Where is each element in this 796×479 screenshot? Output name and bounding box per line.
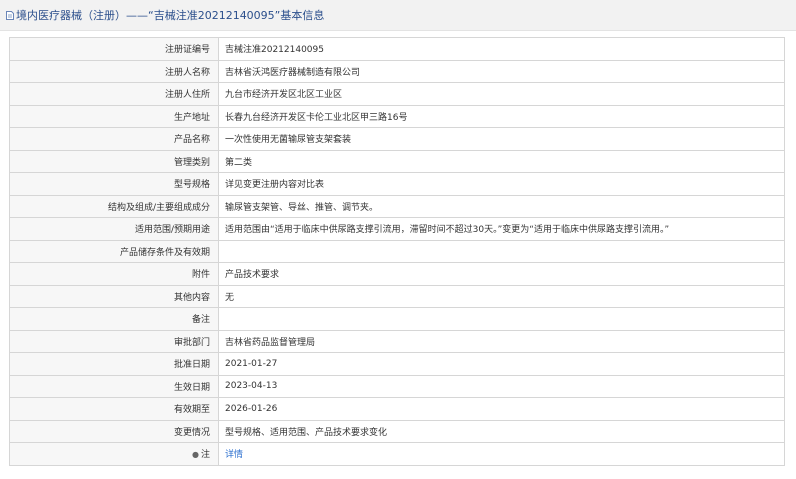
row-label: 结构及组成/主要组成成分 bbox=[9, 194, 219, 218]
page-title: 境内医疗器械（注册）——“吉械注准20212140095”基本信息 bbox=[16, 9, 325, 22]
row-value: 无 bbox=[218, 284, 785, 308]
row-label: 注册人住所 bbox=[9, 82, 219, 106]
table-row: 产品储存条件及有效期 bbox=[9, 239, 785, 263]
row-label: 有效期至 bbox=[9, 397, 219, 421]
note-row: ● 注详情 bbox=[9, 442, 785, 466]
table-row: 注册人名称 吉林省沃鸿医疗器械制造有限公司 bbox=[9, 59, 785, 83]
row-label: 型号规格 bbox=[9, 172, 219, 196]
row-value: 一次性使用无菌输尿管支架套装 bbox=[218, 127, 785, 151]
row-label: 附件 bbox=[9, 262, 219, 286]
table-row: 其他内容无 bbox=[9, 284, 785, 308]
row-value: 详见变更注册内容对比表 bbox=[218, 172, 785, 196]
table-row: 管理类别 第二类 bbox=[9, 149, 785, 173]
table-row: 备注 bbox=[9, 307, 785, 331]
row-value: 九台市经济开发区北区工业区 bbox=[218, 82, 785, 106]
table-row: 审批部门 吉林省药品监督管理局 bbox=[9, 329, 785, 353]
row-value: 吉械注准20212140095 bbox=[218, 37, 785, 61]
table-row: 结构及组成/主要组成成分 输尿管支架管、导丝、推管、调节夹。 bbox=[9, 194, 785, 218]
row-label: 产品储存条件及有效期 bbox=[9, 239, 219, 263]
table-row: 附件 产品技术要求 bbox=[9, 262, 785, 286]
row-label: 管理类别 bbox=[9, 149, 219, 173]
row-label: 审批部门 bbox=[9, 329, 219, 353]
info-table-body: 注册证编号 吉械注准20212140095 注册人名称 吉林省沃鸿医疗器械制造有限公司… bbox=[9, 37, 785, 466]
table-row: 型号规格 详见变更注册内容对比表 bbox=[9, 172, 785, 196]
row-value: 吉林省沃鸿医疗器械制造有限公司 bbox=[218, 59, 785, 83]
row-value bbox=[218, 239, 785, 263]
row-label: 批准日期 bbox=[9, 352, 219, 376]
row-value: 产品技术要求 bbox=[218, 262, 785, 286]
table-row: 生产地址 长春九台经济开发区卡伦工业北区甲三路16号 bbox=[9, 104, 785, 128]
row-value: 长春九台经济开发区卡伦工业北区甲三路16号 bbox=[218, 104, 785, 128]
table-row: 生效日期 2023-04-13 bbox=[9, 374, 785, 398]
table-row: 有效期至 2026-01-26 bbox=[9, 397, 785, 421]
row-label: 注册证编号 bbox=[9, 37, 219, 61]
row-label: 注册人名称 bbox=[9, 59, 219, 83]
row-label: 生产地址 bbox=[9, 104, 219, 128]
note-value-cell: 详情 bbox=[218, 442, 785, 466]
row-value: 适用范围由“适用于临床中供尿路支撑引流用，滞留时间不超过30天。”变更为“适用于… bbox=[218, 217, 785, 241]
row-label: 产品名称 bbox=[9, 127, 219, 151]
details-link[interactable]: 详情 bbox=[225, 450, 243, 460]
row-value bbox=[218, 307, 785, 331]
page-header: 境内医疗器械（注册）——“吉械注准20212140095”基本信息 bbox=[0, 0, 796, 31]
info-table: 注册证编号 吉械注准20212140095 注册人名称 吉林省沃鸿医疗器械制造有限公司… bbox=[9, 37, 785, 466]
row-value: 吉林省药品监督管理局 bbox=[218, 329, 785, 353]
row-label: 变更情况 bbox=[9, 419, 219, 443]
row-value: 型号规格、适用范围、产品技术要求变化 bbox=[218, 419, 785, 443]
table-row: 注册证编号 吉械注准20212140095 bbox=[9, 37, 785, 61]
row-label: 适用范围/预期用途 bbox=[9, 217, 219, 241]
row-value: 2021-01-27 bbox=[218, 352, 785, 376]
row-label: 生效日期 bbox=[9, 374, 219, 398]
table-row: 适用范围/预期用途 适用范围由“适用于临床中供尿路支撑引流用，滞留时间不超过30天… bbox=[9, 217, 785, 241]
row-label: 备注 bbox=[9, 307, 219, 331]
row-value: 第二类 bbox=[218, 149, 785, 173]
row-value: 输尿管支架管、导丝、推管、调节夹。 bbox=[218, 194, 785, 218]
table-row: 产品名称 一次性使用无菌输尿管支架套装 bbox=[9, 127, 785, 151]
row-label: 其他内容 bbox=[9, 284, 219, 308]
table-row: 注册人住所 九台市经济开发区北区工业区 bbox=[9, 82, 785, 106]
row-value: 2023-04-13 bbox=[218, 374, 785, 398]
table-row: 变更情况 型号规格、适用范围、产品技术要求变化 bbox=[9, 419, 785, 443]
info-table-container: 注册证编号 吉械注准20212140095 注册人名称 吉林省沃鸿医疗器械制造有限公司… bbox=[9, 37, 785, 466]
row-value: 2026-01-26 bbox=[218, 397, 785, 421]
note-label-cell: ● 注 bbox=[9, 442, 219, 466]
table-row: 批准日期 2021-01-27 bbox=[9, 352, 785, 376]
document-icon bbox=[6, 10, 14, 20]
note-label: 注 bbox=[200, 450, 210, 461]
pin-icon: ● bbox=[192, 450, 199, 460]
